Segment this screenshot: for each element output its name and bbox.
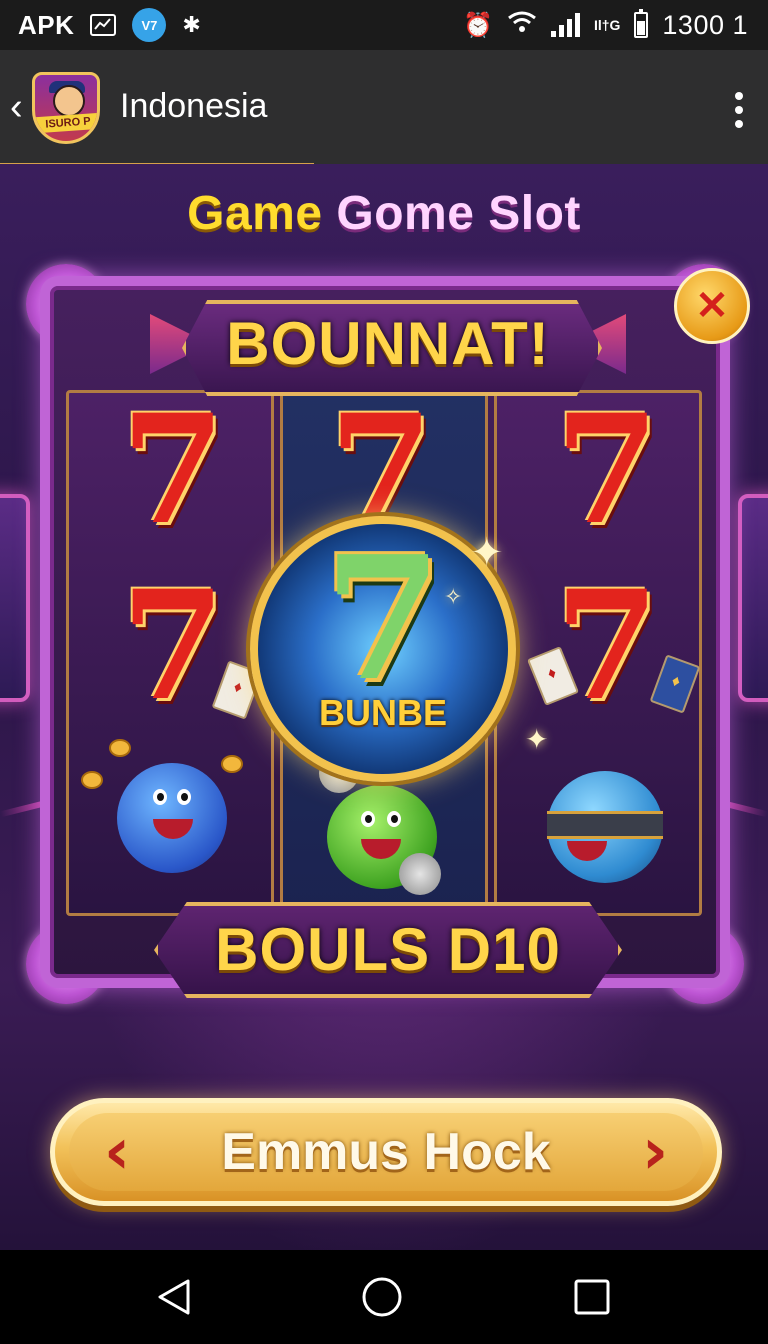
gallery-icon [90, 14, 117, 36]
logo-ribbon: ISURO P [35, 112, 97, 134]
reel-3[interactable]: 7 7 ♦ ♦ ✦ [494, 390, 702, 916]
coin-icon [221, 755, 243, 773]
recents-square-icon[interactable] [562, 1272, 622, 1322]
action-button-label: Emmus Hock [221, 1123, 551, 1181]
side-decoration-left [0, 494, 30, 702]
close-button[interactable]: ✕ [674, 268, 750, 344]
seven-symbol: 7 [120, 382, 226, 558]
status-bar: APK V7 ✱ ⏰ Il†G 1300 1 [0, 0, 768, 50]
side-decoration-right [738, 494, 768, 702]
top-banner: BOUNNAT! [150, 300, 626, 396]
game-title: Game Gome Slot [0, 186, 768, 241]
app-badge-icon: V7 [132, 8, 167, 42]
coin-icon [109, 739, 131, 757]
apk-label: APK [18, 9, 75, 40]
page-title: Indonesia [120, 87, 268, 125]
back-button[interactable]: ‹ [10, 88, 34, 128]
blue-bomb-icon [547, 771, 663, 883]
home-circle-icon[interactable] [352, 1272, 412, 1322]
app-bar: ‹ ISURO P Indonesia [0, 50, 768, 167]
game-title-part2: Gome Slot [336, 187, 581, 240]
wifi-icon [507, 10, 537, 41]
back-triangle-icon[interactable] [144, 1272, 204, 1322]
alarm-icon: ⏰ [463, 11, 493, 39]
action-button[interactable]: ‹ › Emmus Hock [50, 1098, 722, 1206]
coin-icon [81, 771, 103, 789]
menu-dot [735, 120, 743, 128]
bug-icon: ✱ [182, 12, 201, 37]
spark-icon: ✦ [525, 724, 549, 755]
top-banner-text: BOUNNAT! [226, 310, 550, 377]
bottom-banner-text: BOULS D10 [215, 916, 561, 983]
game-title-part1: Game [187, 187, 323, 240]
bonus-medallion-label: BUNBE [318, 692, 447, 733]
system-nav-bar [0, 1250, 768, 1344]
overflow-menu-button[interactable] [732, 92, 746, 128]
lte-label: Il†G [593, 17, 621, 33]
reel-1[interactable]: 7 7 ♦ [66, 390, 274, 916]
logo-face [53, 85, 85, 117]
wheel-icon [399, 853, 441, 895]
status-time: 1300 1 [662, 9, 748, 40]
seven-symbol: 7 [554, 382, 660, 558]
sparkle-icon: ✧ [444, 584, 463, 609]
menu-dot [735, 92, 743, 100]
app-logo[interactable]: ISURO P [32, 72, 100, 144]
battery-icon [634, 9, 649, 38]
signal-icon [550, 13, 580, 37]
menu-dot [735, 106, 743, 114]
sparkle-icon: ✦ [470, 531, 504, 575]
bottom-banner: BOULS D10 [154, 902, 622, 998]
blue-monster-icon [117, 763, 227, 873]
slot-game-area: Game Gome Slot ✕ BOUNNAT! 7 7 ♦ 7 7 7 ♦ … [0, 164, 768, 1250]
